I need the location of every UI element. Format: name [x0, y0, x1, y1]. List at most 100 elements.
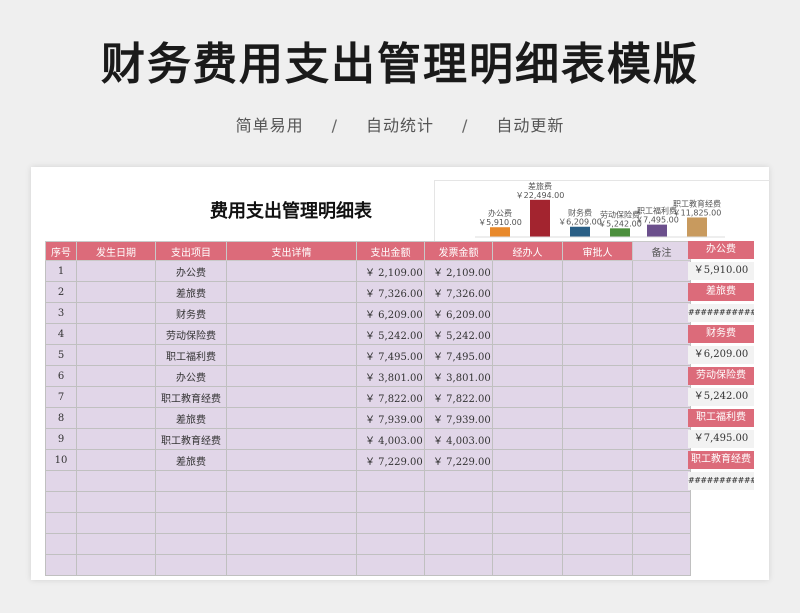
cell-invoice[interactable]: ￥ 3,801.00	[424, 365, 493, 387]
cell-date[interactable]	[76, 428, 156, 450]
cell-remark[interactable]	[632, 302, 691, 324]
summary-value[interactable]: ############	[688, 472, 754, 490]
cell-date[interactable]	[76, 386, 156, 408]
cell-handler[interactable]	[492, 470, 563, 492]
summary-value[interactable]: ￥6,209.00	[688, 346, 754, 364]
cell-handler[interactable]	[492, 449, 563, 471]
cell-approver[interactable]	[562, 365, 633, 387]
cell-amount[interactable]: ￥ 7,495.00	[356, 344, 425, 366]
cell-item[interactable]: 职工教育经费	[155, 386, 227, 408]
cell-invoice[interactable]	[424, 470, 493, 492]
cell-date[interactable]	[76, 512, 156, 534]
cell-no[interactable]	[45, 512, 77, 534]
cell-item[interactable]: 差旅费	[155, 407, 227, 429]
cell-amount[interactable]: ￥ 7,326.00	[356, 281, 425, 303]
cell-no[interactable]	[45, 533, 77, 555]
cell-detail[interactable]	[226, 449, 357, 471]
cell-detail[interactable]	[226, 323, 357, 345]
cell-approver[interactable]	[562, 323, 633, 345]
cell-remark[interactable]	[632, 386, 691, 408]
cell-item[interactable]	[155, 533, 227, 555]
cell-amount[interactable]: ￥ 5,242.00	[356, 323, 425, 345]
cell-handler[interactable]	[492, 323, 563, 345]
cell-date[interactable]	[76, 491, 156, 513]
summary-label[interactable]: 劳动保险费	[688, 367, 754, 385]
cell-approver[interactable]	[562, 512, 633, 534]
cell-detail[interactable]	[226, 533, 357, 555]
cell-item[interactable]	[155, 470, 227, 492]
cell-approver[interactable]	[562, 449, 633, 471]
cell-item[interactable]	[155, 512, 227, 534]
cell-detail[interactable]	[226, 407, 357, 429]
cell-item[interactable]: 差旅费	[155, 281, 227, 303]
cell-detail[interactable]	[226, 260, 357, 282]
cell-approver[interactable]	[562, 260, 633, 282]
cell-handler[interactable]	[492, 302, 563, 324]
cell-date[interactable]	[76, 302, 156, 324]
cell-no[interactable]	[45, 470, 77, 492]
cell-remark[interactable]	[632, 470, 691, 492]
cell-remark[interactable]	[632, 260, 691, 282]
cell-no[interactable]: 9	[45, 428, 77, 450]
cell-remark[interactable]	[632, 323, 691, 345]
cell-item[interactable]: 办公费	[155, 365, 227, 387]
cell-remark[interactable]	[632, 281, 691, 303]
cell-remark[interactable]	[632, 533, 691, 555]
summary-value[interactable]: ############	[688, 304, 754, 322]
cell-approver[interactable]	[562, 344, 633, 366]
cell-amount[interactable]	[356, 491, 425, 513]
cell-invoice[interactable]: ￥ 7,822.00	[424, 386, 493, 408]
cell-handler[interactable]	[492, 491, 563, 513]
cell-item[interactable]	[155, 554, 227, 576]
cell-remark[interactable]	[632, 449, 691, 471]
cell-item[interactable]: 办公费	[155, 260, 227, 282]
cell-date[interactable]	[76, 554, 156, 576]
cell-amount[interactable]: ￥ 4,003.00	[356, 428, 425, 450]
cell-remark[interactable]	[632, 491, 691, 513]
cell-approver[interactable]	[562, 302, 633, 324]
cell-invoice[interactable]: ￥ 7,495.00	[424, 344, 493, 366]
cell-invoice[interactable]: ￥ 7,939.00	[424, 407, 493, 429]
cell-no[interactable]: 10	[45, 449, 77, 471]
cell-handler[interactable]	[492, 428, 563, 450]
cell-detail[interactable]	[226, 386, 357, 408]
cell-item[interactable]	[155, 491, 227, 513]
cell-remark[interactable]	[632, 407, 691, 429]
cell-no[interactable]: 8	[45, 407, 77, 429]
cell-invoice[interactable]	[424, 533, 493, 555]
cell-detail[interactable]	[226, 344, 357, 366]
cell-no[interactable]: 4	[45, 323, 77, 345]
cell-handler[interactable]	[492, 260, 563, 282]
cell-detail[interactable]	[226, 512, 357, 534]
cell-no[interactable]: 3	[45, 302, 77, 324]
cell-handler[interactable]	[492, 512, 563, 534]
cell-amount[interactable]: ￥ 6,209.00	[356, 302, 425, 324]
cell-invoice[interactable]: ￥ 6,209.00	[424, 302, 493, 324]
cell-handler[interactable]	[492, 281, 563, 303]
cell-invoice[interactable]: ￥ 2,109.00	[424, 260, 493, 282]
cell-invoice[interactable]: ￥ 4,003.00	[424, 428, 493, 450]
summary-label[interactable]: 办公费	[688, 241, 754, 259]
cell-handler[interactable]	[492, 386, 563, 408]
cell-detail[interactable]	[226, 281, 357, 303]
cell-amount[interactable]	[356, 533, 425, 555]
cell-remark[interactable]	[632, 344, 691, 366]
cell-handler[interactable]	[492, 554, 563, 576]
cell-invoice[interactable]: ￥ 7,229.00	[424, 449, 493, 471]
cell-item[interactable]: 劳动保险费	[155, 323, 227, 345]
cell-no[interactable]: 5	[45, 344, 77, 366]
cell-approver[interactable]	[562, 428, 633, 450]
cell-item[interactable]: 职工福利费	[155, 344, 227, 366]
cell-handler[interactable]	[492, 407, 563, 429]
cell-amount[interactable]: ￥ 7,229.00	[356, 449, 425, 471]
summary-label[interactable]: 财务费	[688, 325, 754, 343]
cell-no[interactable]: 1	[45, 260, 77, 282]
cell-handler[interactable]	[492, 344, 563, 366]
cell-date[interactable]	[76, 449, 156, 471]
cell-approver[interactable]	[562, 470, 633, 492]
cell-item[interactable]: 差旅费	[155, 449, 227, 471]
cell-approver[interactable]	[562, 491, 633, 513]
cell-remark[interactable]	[632, 512, 691, 534]
summary-label[interactable]: 差旅费	[688, 283, 754, 301]
cell-approver[interactable]	[562, 407, 633, 429]
